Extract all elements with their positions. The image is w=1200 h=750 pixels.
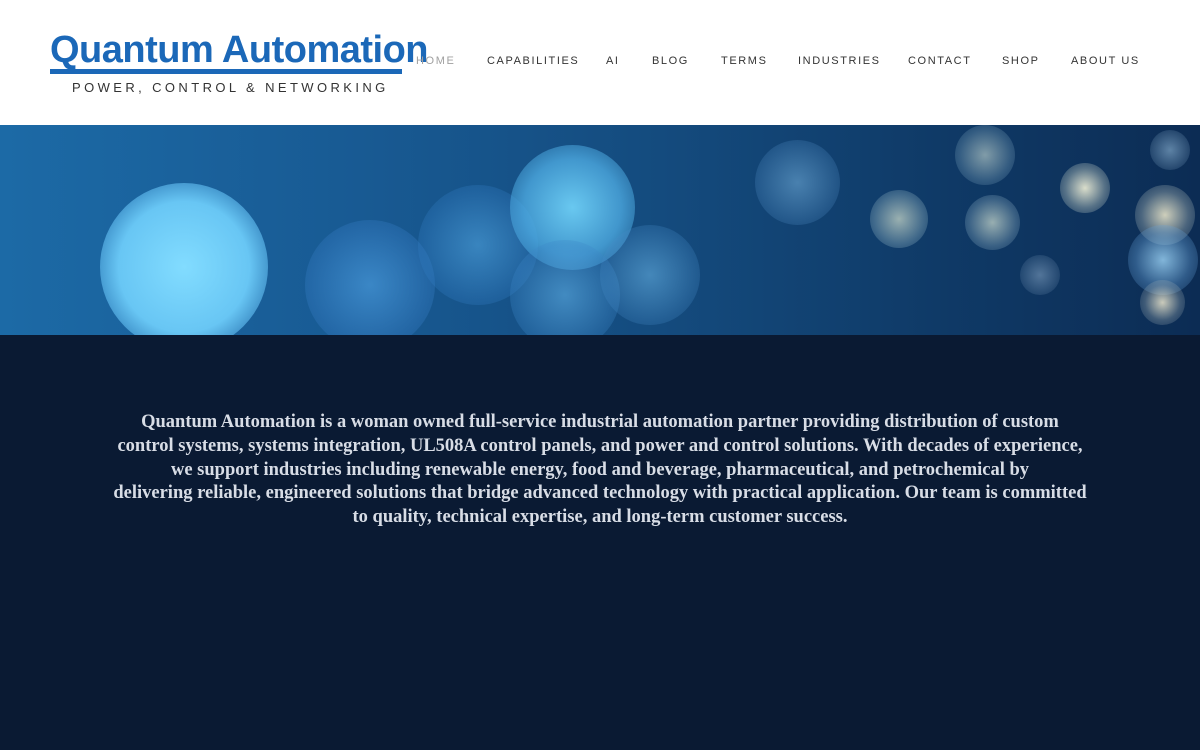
main-nav: HOME CAPABILITIES AI BLOG TERMS INDUSTRI…: [400, 0, 1200, 125]
intro-line: control systems, systems integration, UL…: [117, 435, 1083, 456]
intro-line: delivering reliable, engineered solution…: [113, 483, 1087, 504]
nav-item-capabilities[interactable]: CAPABILITIES: [487, 55, 579, 67]
bokeh-light: [100, 183, 268, 335]
nav-item-blog[interactable]: BLOG: [652, 55, 689, 67]
intro-line: we support industries including renewabl…: [170, 459, 1030, 480]
nav-item-home[interactable]: HOME: [416, 55, 455, 67]
bokeh-light: [755, 140, 840, 225]
brand-tagline: POWER, CONTROL & NETWORKING: [72, 80, 389, 95]
bokeh-light: [870, 190, 928, 248]
brand-name: Quantum Automation: [50, 29, 429, 71]
nav-item-shop[interactable]: SHOP: [1002, 55, 1040, 67]
brand-logo[interactable]: Quantum Automation POWER, CONTROL & NETW…: [50, 28, 429, 100]
bokeh-light: [1060, 163, 1110, 213]
bokeh-light: [305, 220, 435, 335]
main-content: Quantum Automation is a woman owned full…: [0, 335, 1200, 750]
nav-item-ai[interactable]: AI: [606, 55, 620, 67]
logo-underline: [50, 69, 402, 74]
site-header: Quantum Automation POWER, CONTROL & NETW…: [0, 0, 1200, 125]
bokeh-light: [955, 125, 1015, 185]
bokeh-light: [965, 195, 1020, 250]
nav-item-about-us[interactable]: ABOUT US: [1071, 55, 1140, 67]
nav-item-terms[interactable]: TERMS: [721, 55, 768, 67]
company-intro: Quantum Automation is a woman owned full…: [95, 411, 1105, 530]
nav-item-industries[interactable]: INDUSTRIES: [798, 55, 881, 67]
nav-item-contact[interactable]: CONTACT: [908, 55, 972, 67]
bokeh-light: [600, 225, 700, 325]
hero-banner: [0, 125, 1200, 335]
intro-line: Quantum Automation is a woman owned full…: [141, 412, 1059, 432]
bokeh-light: [1020, 255, 1060, 295]
bokeh-light: [1150, 130, 1190, 170]
intro-line: to quality, technical expertise, and lon…: [352, 507, 848, 528]
bokeh-light: [1140, 280, 1185, 325]
